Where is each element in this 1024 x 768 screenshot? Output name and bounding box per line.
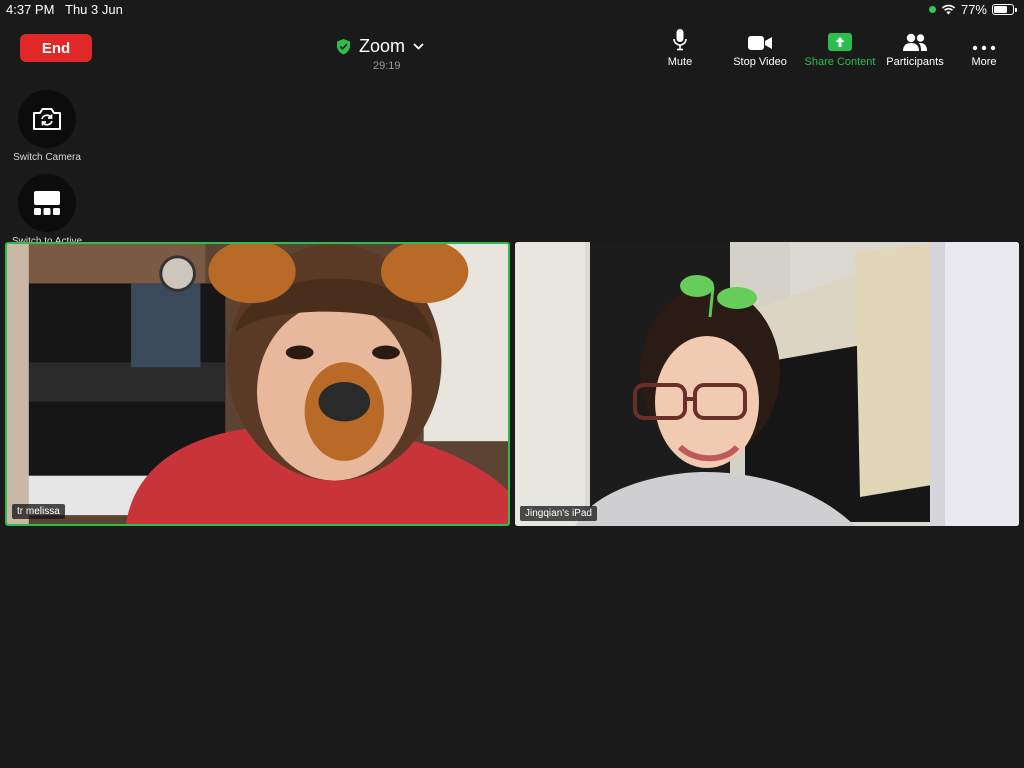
shield-check-icon bbox=[337, 38, 350, 54]
more-dots-icon bbox=[972, 45, 996, 51]
participants-label: Participants bbox=[886, 56, 944, 68]
gallery-layout-icon bbox=[34, 191, 60, 215]
end-meeting-button[interactable]: End bbox=[20, 34, 92, 62]
status-bar: 4:37 PM Thu 3 Jun 77% bbox=[0, 0, 1024, 20]
switch-camera-button[interactable]: Switch Camera bbox=[7, 90, 87, 163]
more-label: More bbox=[971, 56, 997, 68]
participant-video-feed bbox=[7, 244, 508, 524]
video-camera-icon bbox=[748, 36, 772, 50]
camera-in-use-indicator bbox=[928, 6, 936, 13]
stop-video-label: Stop Video bbox=[733, 56, 787, 68]
share-screen-icon bbox=[828, 33, 852, 51]
participant-video-feed bbox=[515, 242, 1019, 526]
participants-icon bbox=[903, 33, 927, 51]
share-content-label: Share Content bbox=[804, 56, 876, 68]
status-time: 4:37 PM bbox=[6, 2, 55, 17]
status-right: 77% bbox=[928, 2, 1017, 17]
meeting-title-dropdown[interactable]: Zoom bbox=[336, 34, 436, 58]
video-tile-tr-melissa[interactable]: tr melissa bbox=[5, 242, 510, 526]
more-button[interactable]: More bbox=[966, 28, 1002, 70]
participant-name-tag: Jingqian's iPad bbox=[520, 506, 597, 521]
video-tile-jingqian-ipad[interactable]: Jingqian's iPad bbox=[515, 242, 1019, 526]
switch-camera-label: Switch Camera bbox=[13, 152, 81, 163]
battery-percent: 77% bbox=[960, 2, 987, 17]
meeting-title: Zoom bbox=[359, 35, 406, 56]
mute-button[interactable]: Mute bbox=[664, 28, 696, 70]
switch-camera-icon bbox=[33, 108, 61, 130]
share-content-button[interactable]: Share Content bbox=[801, 28, 879, 70]
battery-icon bbox=[992, 4, 1017, 15]
chevron-down-icon bbox=[413, 42, 424, 50]
wifi-icon bbox=[941, 4, 956, 15]
status-date: Thu 3 Jun bbox=[65, 2, 123, 17]
mute-label: Mute bbox=[667, 56, 693, 68]
stop-video-button[interactable]: Stop Video bbox=[730, 28, 790, 70]
participant-name-tag: tr melissa bbox=[12, 504, 65, 519]
meeting-timer: 29:19 bbox=[373, 60, 401, 72]
participants-button[interactable]: Participants bbox=[882, 28, 948, 70]
microphone-icon bbox=[673, 29, 687, 51]
